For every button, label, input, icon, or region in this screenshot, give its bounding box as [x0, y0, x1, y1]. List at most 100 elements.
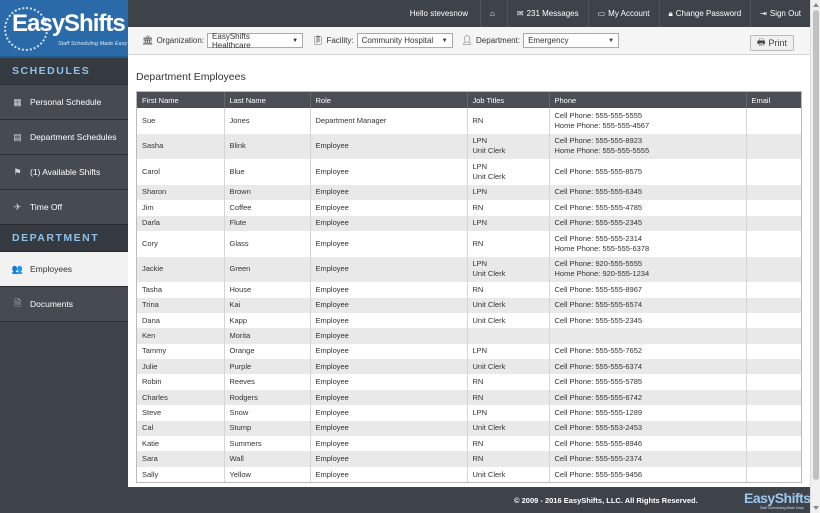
scroll-up-icon[interactable] — [813, 3, 819, 7]
department-select[interactable]: Emergency ▼ — [523, 33, 620, 48]
cell-first-name: Katie — [137, 436, 225, 452]
calendar-icon: ▦ — [13, 96, 22, 107]
lock-icon: 🔒︎ — [668, 8, 673, 18]
sign-out-label: Sign Out — [769, 9, 801, 18]
cell-job-titles: LPN — [467, 405, 550, 421]
cell-phone: Cell Phone: 555-555-8946 — [549, 436, 747, 452]
table-row[interactable]: Dana Kapp Employee Unit Clerk Cell Phone: 55… — [137, 312, 801, 329]
home-button[interactable]: ⌂ — [480, 0, 507, 27]
cell-first-name: Carol — [137, 159, 225, 185]
cell-phone: Cell Phone: 555-555-5555 Home Phone: 555-… — [549, 108, 747, 134]
scrollbar-thumb[interactable] — [813, 10, 819, 480]
print-button[interactable]: 🖶 Print — [749, 35, 794, 51]
cell-email — [746, 328, 801, 344]
phone-number: Home Phone: 555-555-4567 — [554, 120, 650, 130]
table-row[interactable]: Cory Glass Employee RN Cell Phone: 555-555-2… — [137, 230, 801, 257]
my-account-link[interactable]: ▭ My Account — [587, 0, 659, 27]
phone-number: Cell Phone: 555-555-9456 — [554, 469, 643, 479]
change-password-label: Change Password — [675, 9, 742, 18]
organization-select[interactable]: EasyShifts Healthcare ▼ — [207, 32, 304, 50]
cell-phone: Cell Phone: 555-555-4785 — [549, 200, 747, 216]
table-row[interactable]: Robin Reeves Employee RN Cell Phone: 555-555… — [137, 374, 801, 390]
table-row[interactable]: Sue Jones Department Manager RN Cell Phone: … — [137, 108, 801, 134]
sidebar-item-time-off[interactable]: ✈ Time Off — [0, 190, 128, 225]
cell-email — [746, 312, 801, 329]
table-row[interactable]: Charles Rodgers Employee RN Cell Phone: 555-… — [137, 389, 801, 406]
cell-last-name: Rodgers — [224, 389, 311, 406]
sidebar-item-personal-schedule[interactable]: ▦ Personal Schedule — [0, 85, 128, 120]
cell-phone: Cell Phone: 555-555-8575 — [549, 159, 747, 185]
messages-link[interactable]: ✉ 231 Messages — [506, 0, 588, 27]
phone-number: Cell Phone: 555-555-2374 — [554, 454, 643, 464]
cell-last-name: Purple — [224, 359, 311, 375]
cell-role: Employee — [310, 359, 468, 375]
table-row[interactable]: Katie Summers Employee RN Cell Phone: 555-55… — [137, 436, 801, 452]
table-row[interactable]: Steve Snow Employee LPN Cell Phone: 555-555-… — [137, 405, 801, 421]
logo[interactable]: EasyShifts Staff Scheduling Made Easy — [0, 0, 128, 58]
cell-phone: Cell Phone: 555-555-6374 — [549, 359, 747, 375]
sidebar-item-documents[interactable]: 🗎 Documents — [0, 287, 128, 322]
cell-email — [746, 359, 801, 375]
table-row[interactable]: Darla Flute Employee LPN Cell Phone: 555-555… — [137, 215, 801, 231]
table-row[interactable]: Trina Kai Employee Unit Clerk Cell Phone: 55… — [137, 297, 801, 313]
cell-job-titles: Unit Clerk — [467, 297, 550, 313]
change-password-link[interactable]: 🔒︎ Change Password — [658, 0, 751, 27]
job-title: LPN — [472, 136, 488, 146]
cell-role: Employee — [310, 256, 468, 283]
table-row[interactable]: Sara Wall Employee RN Cell Phone: 555-555-23… — [137, 451, 801, 467]
chevron-down-icon: ▼ — [292, 37, 299, 44]
phone-number: Cell Phone: 555-555-8575 — [554, 166, 643, 176]
column-header-email[interactable]: Email — [746, 92, 801, 108]
logo-tagline: Staff Scheduling Made Easy — [58, 41, 128, 47]
sidebar-item-available-shifts[interactable]: ⚑ (1) Available Shifts — [0, 155, 128, 190]
sidebar-item-department-schedules[interactable]: ▤ Department Schedules — [0, 120, 128, 155]
job-title: RN — [472, 202, 484, 212]
table-row[interactable]: Sasha Blink Employee LPN Unit Clerk Cell Phon… — [137, 133, 801, 160]
facility-select[interactable]: Community Hospital ▼ — [356, 33, 453, 48]
cell-phone: Cell Phone: 555-555-6742 — [549, 389, 747, 406]
chevron-down-icon: ▼ — [608, 37, 615, 44]
cell-email — [746, 184, 801, 201]
table-row[interactable]: Tasha House Employee RN Cell Phone: 555-555-… — [137, 282, 801, 298]
sign-out-link[interactable]: ⇥ Sign Out — [750, 0, 810, 27]
phone-number: Cell Phone: 555-555-6345 — [554, 187, 643, 197]
scroll-down-icon[interactable] — [813, 506, 819, 510]
table-row[interactable]: Jim Coffee Employee RN Cell Phone: 555-555-4… — [137, 200, 801, 216]
cell-phone: Cell Phone: 555-555-6574 — [549, 297, 747, 313]
clipboard-icon: 📋︎ — [312, 35, 324, 45]
cell-email — [746, 282, 801, 298]
cell-email — [746, 297, 801, 313]
table-row[interactable]: Cal Stump Employee Unit Clerk Cell Phone: 55… — [137, 420, 801, 437]
cell-email — [746, 215, 801, 231]
plane-icon: ✈ — [13, 201, 22, 212]
greeting: Hello stevesnow — [409, 9, 469, 18]
envelope-icon: ✉ — [516, 9, 524, 18]
cell-last-name: Jones — [224, 108, 311, 134]
sidebar-item-employees[interactable]: 👥 Employees — [0, 252, 128, 287]
cell-first-name: Dana — [137, 312, 225, 329]
table-row[interactable]: Sally Yellow Employee Unit Clerk Cell Phone:… — [137, 466, 801, 482]
column-header-phone[interactable]: Phone — [549, 92, 747, 108]
job-title: LPN — [472, 259, 488, 269]
job-title: LPN — [472, 407, 488, 417]
table-row[interactable]: Jackie Green Employee LPN Unit Clerk Cell Pho… — [137, 256, 801, 283]
job-title: RN — [472, 284, 484, 294]
table-row[interactable]: Tammy Orange Employee LPN Cell Phone: 555-55… — [137, 343, 801, 360]
cell-phone: Cell Phone: 555-555-6345 — [549, 184, 747, 201]
cell-job-titles: RN — [467, 374, 550, 390]
sidebar: EasyShifts Staff Scheduling Made Easy SC… — [0, 0, 128, 513]
cell-job-titles: LPN Unit Clerk — [467, 133, 550, 160]
footer-logo: EasyShifts — [744, 490, 811, 506]
table-row[interactable]: Ken Morita Employee — [137, 328, 801, 344]
table-row[interactable]: Carol Blue Employee LPN Unit Clerk Cell Phone… — [137, 159, 801, 185]
table-row[interactable]: Sharon Brown Employee LPN Cell Phone: 555-55… — [137, 184, 801, 201]
phone-number: Cell Phone: 555-555-4785 — [554, 202, 643, 212]
column-header-role[interactable]: Role — [310, 92, 468, 108]
column-header-first-name[interactable]: First Name — [137, 92, 225, 108]
vertical-scrollbar[interactable] — [810, 0, 820, 513]
sign-out-icon: ⇥ — [760, 9, 767, 18]
cell-first-name: Sally — [137, 466, 225, 482]
table-row[interactable]: Julie Purple Employee Unit Clerk Cell Phone:… — [137, 359, 801, 375]
column-header-last-name[interactable]: Last Name — [224, 92, 311, 108]
column-header-job-titles[interactable]: Job Titles — [467, 92, 550, 108]
